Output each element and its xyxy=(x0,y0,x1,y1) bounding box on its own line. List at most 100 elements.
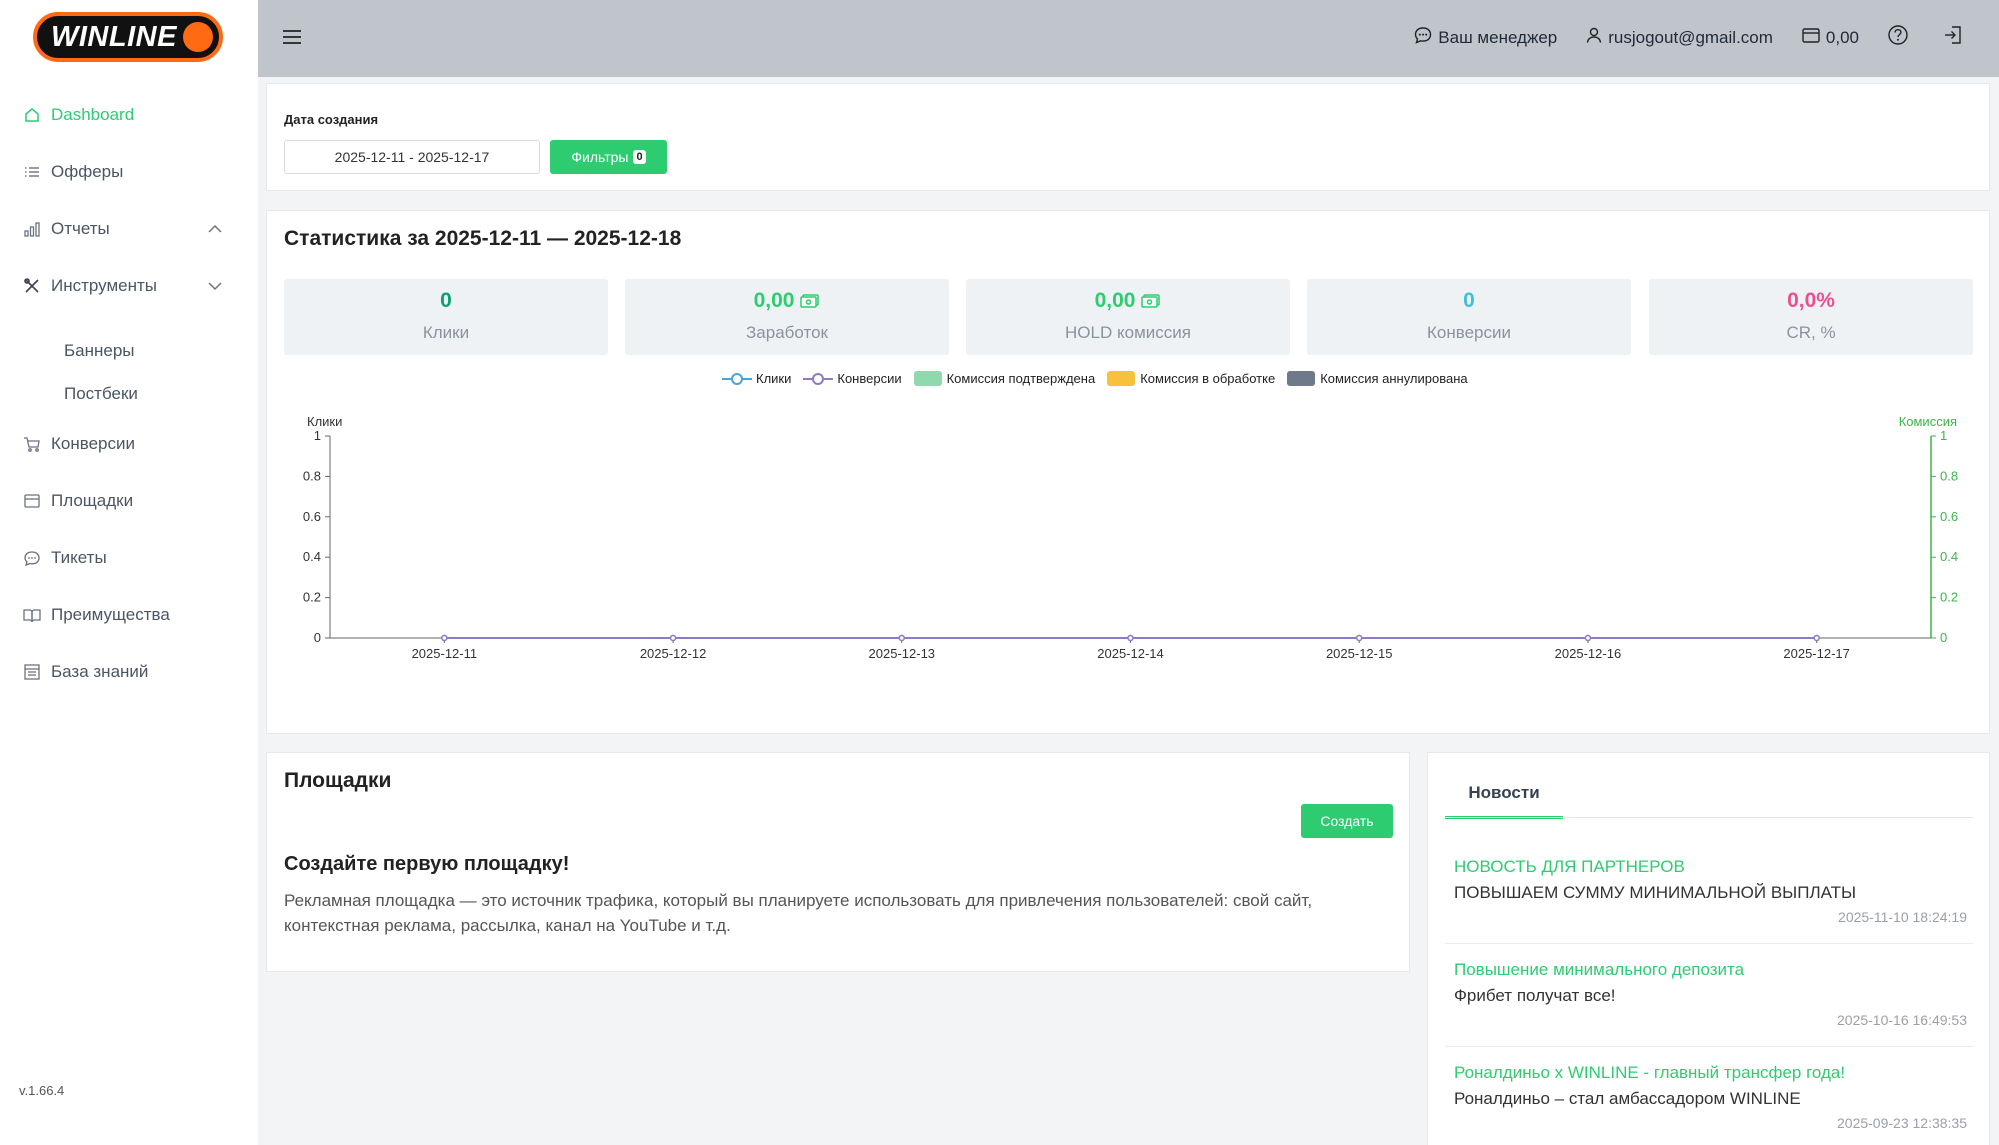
tabs-divider xyxy=(1445,817,1973,818)
sidebar-item-reports[interactable]: Отчеты xyxy=(22,214,242,244)
balance-link[interactable]: 0,00 xyxy=(1801,25,1859,50)
sidebar: WINLINE Dashboard Офферы Отчеты Инструме… xyxy=(0,0,258,1145)
stats-chart: Клики Комиссия 0 0 0.2 0.2 0.4 0.4 0.6 0.6 0.8 0.8 1… xyxy=(303,414,1958,661)
data-point xyxy=(669,634,677,642)
y2-tick-label: 0.2 xyxy=(1940,590,1958,605)
data-point xyxy=(1127,634,1134,642)
y-tick-label: 0.4 xyxy=(303,549,321,564)
sidebar-item-label: Площадки xyxy=(51,491,134,510)
user-account-link[interactable]: rusjogout@gmail.com xyxy=(1585,26,1773,49)
chevron-down-icon[interactable] xyxy=(206,277,224,300)
news-item-date: 2025-10-16 16:49:53 xyxy=(1837,1012,1967,1028)
sidebar-subitem-postbacks[interactable]: Постбеки xyxy=(64,381,138,407)
sidebar-item-tickets[interactable]: Тикеты xyxy=(22,543,242,573)
news-divider xyxy=(1445,1046,1973,1047)
news-item-title[interactable]: Повышение минимального депозита xyxy=(1445,960,1973,980)
sites-title: Площадки xyxy=(284,769,392,792)
y-tick-label: 0.6 xyxy=(303,509,321,524)
stat-value: 0 xyxy=(284,289,608,313)
data-point xyxy=(441,634,448,642)
sidebar-item-tools[interactable]: Инструменты xyxy=(22,271,242,301)
sidebar-item-label: Конверсии xyxy=(51,434,135,453)
date-created-label: Дата создания xyxy=(284,112,379,127)
tab-news[interactable]: Новости xyxy=(1445,783,1563,819)
home-icon xyxy=(22,105,42,125)
app-version: v.1.66.4 xyxy=(19,1083,65,1098)
legend-item-commission-processing[interactable]: Комиссия в обработке xyxy=(1107,371,1275,386)
news-panel: Новости НОВОСТЬ ДЛЯ ПАРТНЕРОВ ПОВЫШАЕМ С… xyxy=(1427,752,1990,1145)
user-icon xyxy=(1585,26,1608,49)
sidebar-item-offers[interactable]: Офферы xyxy=(22,157,242,187)
legend-swatch xyxy=(1107,371,1136,386)
sidebar-item-dashboard[interactable]: Dashboard xyxy=(22,100,242,130)
legend-item-clicks[interactable]: Клики xyxy=(722,371,791,386)
cart-icon xyxy=(22,434,42,454)
date-range-input[interactable]: 2025-12-11 - 2025-12-17 xyxy=(284,140,540,174)
y2-tick-label: 0.4 xyxy=(1940,549,1958,564)
y-axis-title: Клики xyxy=(307,414,342,429)
logout-button[interactable] xyxy=(1942,24,1969,51)
stat-value-text: 0,0% xyxy=(1787,289,1835,312)
stat-value: 0,00 xyxy=(966,289,1290,313)
list-icon xyxy=(22,162,42,182)
table-icon xyxy=(22,662,42,682)
sidebar-item-label: База знаний xyxy=(51,662,149,681)
legend-item-conversions[interactable]: Конверсии xyxy=(803,371,902,386)
news-item-title[interactable]: Роналдиньо х WINLINE - главный трансфер … xyxy=(1445,1063,1973,1083)
x-tick-label: 2025-12-16 xyxy=(1555,646,1622,661)
user-email: rusjogout@gmail.com xyxy=(1608,27,1773,47)
y-tick-label: 0 xyxy=(314,630,321,645)
chart-legend: Клики Конверсии Комиссия подтверждена Ко… xyxy=(722,371,1480,386)
menu-toggle-icon[interactable] xyxy=(282,27,302,52)
sites-empty-description: Рекламная площадка — это источник трафик… xyxy=(284,891,1313,935)
y2-tick-label: 1 xyxy=(1940,428,1947,443)
legend-label: Комиссия аннулирована xyxy=(1320,371,1468,386)
data-point xyxy=(1584,634,1592,642)
sites-empty-heading: Создайте первую площадку! xyxy=(284,853,570,875)
y2-tick-label: 0 xyxy=(1940,630,1947,645)
x-tick-label: 2025-12-14 xyxy=(1097,646,1164,661)
bar-chart-icon xyxy=(22,219,42,239)
logout-icon xyxy=(1942,24,1969,51)
legend-item-commission-cancelled[interactable]: Комиссия аннулирована xyxy=(1287,371,1468,386)
news-item-title[interactable]: НОВОСТЬ ДЛЯ ПАРТНЕРОВ xyxy=(1445,857,1973,877)
x-tick-label: 2025-12-15 xyxy=(1326,646,1393,661)
news-item: Роналдиньо х WINLINE - главный трансфер … xyxy=(1445,1063,1973,1131)
x-tick-label: 2025-12-13 xyxy=(869,646,936,661)
news-item-subtitle: Фрибет получат все! xyxy=(1454,986,1616,1005)
x-tick-label: 2025-12-17 xyxy=(1783,646,1850,661)
stat-value: 0,00 xyxy=(625,289,949,313)
sidebar-subitem-banners[interactable]: Баннеры xyxy=(64,338,135,364)
news-item-date: 2025-09-23 12:38:35 xyxy=(1837,1115,1967,1131)
legend-line-marker xyxy=(803,372,834,385)
sidebar-item-label: Отчеты xyxy=(51,219,110,238)
legend-item-commission-confirmed[interactable]: Комиссия подтверждена xyxy=(913,371,1095,386)
filters-button[interactable]: Фильтры 0 xyxy=(550,140,667,174)
stat-value-text: 0,00 xyxy=(753,289,795,312)
stat-value: 0 xyxy=(1307,289,1631,313)
create-site-button[interactable]: Создать xyxy=(1301,804,1393,838)
legend-label: Клики xyxy=(756,371,792,386)
news-divider xyxy=(1445,943,1973,944)
chevron-up-icon[interactable] xyxy=(206,220,224,243)
manager-link[interactable]: Ваш менеджер xyxy=(1413,25,1557,50)
news-item-subtitle: Роналдиньо – стал амбассадором WINLINE xyxy=(1454,1089,1801,1108)
legend-swatch xyxy=(913,371,942,386)
stat-box-clicks: 0 Клики xyxy=(284,279,608,355)
sidebar-item-sites[interactable]: Площадки xyxy=(22,486,242,516)
sidebar-item-advantages[interactable]: Преимущества xyxy=(22,600,242,630)
manager-label: Ваш менеджер xyxy=(1438,27,1558,47)
y2-tick-label: 0.6 xyxy=(1940,509,1958,524)
y-tick-label: 1 xyxy=(314,428,321,443)
chat-icon xyxy=(22,548,42,568)
legend-line-marker xyxy=(722,372,752,385)
sidebar-item-knowledge-base[interactable]: База знаний xyxy=(22,657,242,687)
help-button[interactable] xyxy=(1887,24,1914,51)
statistics-title: Статистика за 2025-12-11 — 2025-12-18 xyxy=(284,227,682,250)
sidebar-item-conversions[interactable]: Конверсии xyxy=(22,429,242,459)
sidebar-item-label: Тикеты xyxy=(51,548,107,567)
winline-logo[interactable]: WINLINE xyxy=(33,12,223,62)
logo-text: WINLINE xyxy=(51,20,177,53)
y2-tick-label: 0.8 xyxy=(1940,468,1958,483)
balance-value: 0,00 xyxy=(1825,27,1859,47)
